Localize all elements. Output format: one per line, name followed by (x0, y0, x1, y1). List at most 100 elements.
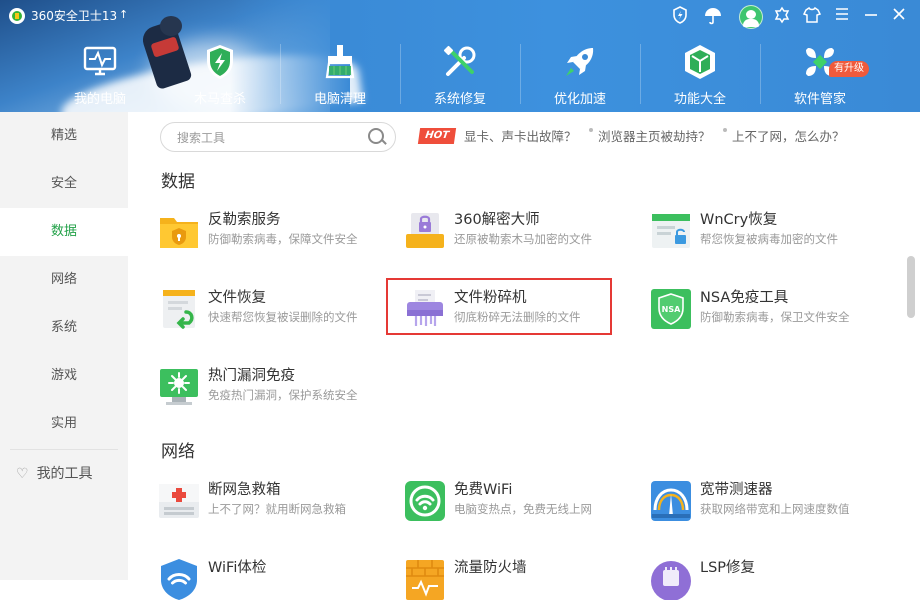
my-tools-label: 我的工具 (36, 466, 93, 482)
upgrade-badge: 有升级 (829, 61, 869, 77)
wifi-share-icon (404, 480, 446, 522)
broom-icon (320, 42, 360, 82)
search-input[interactable] (175, 123, 369, 153)
sidebar-item-featured[interactable]: 精选 (0, 112, 128, 160)
tool-desc: 防御勒索病毒，保卫文件安全 (700, 310, 850, 324)
tool-name: NSA免疫工具 (700, 290, 789, 306)
tool-wifi-checkup[interactable]: WiFi体检 (156, 554, 382, 604)
hot-link-sound-card[interactable]: 显卡、声卡出故障？ (464, 126, 577, 145)
umbrella-icon[interactable] (703, 6, 723, 26)
tool-wncry-recovery[interactable]: WnCry恢复 帮您恢复被病毒加密的文件 (648, 206, 874, 256)
folder-shield-icon (158, 210, 200, 252)
tool-name: 反勒索服务 (208, 212, 281, 228)
nav-label: 木马查杀 (193, 92, 246, 107)
tool-desc: 免疫热门漏洞，保护系统安全 (208, 388, 358, 402)
hot-link-browser-hijack[interactable]: 浏览器主页被劫持？ (598, 126, 711, 145)
tool-name: WnCry恢复 (700, 212, 778, 228)
firewall-icon (404, 558, 446, 600)
tool-name: WiFi体检 (208, 560, 267, 576)
lsp-icon (650, 558, 692, 601)
section-title-data: 数据 (161, 172, 195, 192)
shield-icon[interactable] (670, 6, 690, 26)
tool-desc: 电脑变热点，免费无线上网 (454, 502, 592, 516)
tool-name: 断网急救箱 (208, 482, 281, 498)
sidebar-item-games[interactable]: 游戏 (0, 352, 128, 400)
wifi-check-icon (158, 558, 200, 600)
sidebar-divider (10, 449, 118, 450)
sidebar-item-security[interactable]: 安全 (0, 160, 128, 208)
tool-name: LSP修复 (700, 560, 756, 576)
sidebar: 精选 安全 数据 网络 系统 游戏 实用 ♡ 我的工具 (0, 112, 128, 580)
skin-icon[interactable] (772, 6, 792, 26)
main-content: HOT 显卡、声卡出故障？ 浏览器主页被劫持？ 上不了网，怎么办？ 数据 反勒索… (128, 112, 920, 601)
tool-name: 宽带测速器 (700, 482, 773, 498)
menu-icon[interactable] (832, 6, 852, 26)
heart-icon: ♡ (16, 466, 29, 482)
virus-monitor-icon (158, 366, 200, 408)
tool-file-recovery[interactable]: 文件恢复 快速帮您恢复被误删除的文件 (156, 284, 382, 334)
title-bar: 360安全卫士13 ↑ (0, 0, 920, 34)
tool-360-decrypt-master[interactable]: 360解密大师 还原被勒索木马加密的文件 (402, 206, 628, 256)
window-lock-icon (650, 210, 692, 252)
search-box[interactable] (160, 122, 396, 153)
nav-optimize-speed[interactable]: 优化加速 (520, 34, 640, 112)
sidebar-item-data[interactable]: 数据 (0, 208, 128, 256)
tool-network-first-aid[interactable]: 断网急救箱 上不了网？就用断网急救箱 (156, 476, 382, 526)
tool-name: 流量防火墙 (454, 560, 527, 576)
close-icon[interactable] (889, 6, 909, 26)
my-tools-link[interactable]: ♡ 我的工具 (16, 462, 93, 486)
hot-separator (723, 128, 727, 132)
nav-my-computer[interactable]: 我的电脑 (40, 34, 160, 112)
header-bar: 360安全卫士13 ↑ 我的电脑 木马查杀 电脑清理 系统修复 优化加速 功能大… (0, 0, 920, 112)
sidebar-item-utility[interactable]: 实用 (0, 400, 128, 448)
section-title-network: 网络 (161, 442, 195, 462)
nav-pc-cleanup[interactable]: 电脑清理 (280, 34, 400, 112)
tool-name: 360解密大师 (454, 212, 540, 228)
scrollbar-thumb[interactable] (907, 256, 915, 318)
tool-traffic-firewall[interactable]: 流量防火墙 (402, 554, 628, 604)
nav-label: 系统修复 (433, 92, 486, 107)
first-aid-icon (158, 480, 200, 522)
cube-icon (680, 42, 720, 82)
tool-lsp-repair[interactable]: LSP修复 (648, 554, 874, 604)
app-logo-icon (9, 8, 25, 24)
nav-system-repair[interactable]: 系统修复 (400, 34, 520, 112)
tool-desc: 快速帮您恢复被误删除的文件 (208, 310, 358, 324)
tool-desc: 获取网络带宽和上网速度数值 (700, 502, 850, 516)
minimize-icon[interactable] (861, 6, 881, 26)
tool-desc: 防御勒索病毒，保障文件安全 (208, 232, 358, 246)
rocket-icon (560, 42, 600, 82)
tool-name: 免费WiFi (454, 482, 513, 498)
lock-drive-icon (404, 210, 446, 252)
nav-label: 电脑清理 (313, 92, 366, 107)
nav-label: 软件管家 (793, 92, 846, 107)
selected-tool-highlight (386, 278, 612, 335)
tool-desc: 帮您恢复被病毒加密的文件 (700, 232, 838, 246)
speedometer-icon (650, 480, 692, 522)
shield-bolt-icon (200, 42, 240, 82)
shirt-icon[interactable] (802, 6, 822, 26)
nav-label: 功能大全 (673, 92, 726, 107)
tools-icon (440, 42, 480, 82)
tool-name: 文件恢复 (208, 290, 266, 306)
nav-trojan-scan[interactable]: 木马查杀 (160, 34, 280, 112)
tool-nsa-immunity[interactable]: NSA NSA免疫工具 防御勒索病毒，保卫文件安全 (648, 284, 874, 334)
tool-desc: 还原被勒索木马加密的文件 (454, 232, 592, 246)
tool-broadband-speedtest[interactable]: 宽带测速器 获取网络带宽和上网速度数值 (648, 476, 874, 526)
tool-vulnerability-immunity[interactable]: 热门漏洞免疫 免疫热门漏洞，保护系统安全 (156, 362, 382, 412)
upgrade-arrow-icon[interactable]: ↑ (119, 8, 128, 21)
hot-badge: HOT (417, 128, 457, 144)
sidebar-item-system[interactable]: 系统 (0, 304, 128, 352)
user-avatar[interactable] (739, 5, 763, 29)
tool-ransomware-service[interactable]: 反勒索服务 防御勒索病毒，保障文件安全 (156, 206, 382, 256)
nav-all-features[interactable]: 功能大全 (640, 34, 760, 112)
search-icon[interactable] (368, 128, 384, 144)
sidebar-item-network[interactable]: 网络 (0, 256, 128, 304)
tool-name: 热门漏洞免疫 (208, 368, 295, 384)
nav-label: 优化加速 (553, 92, 606, 107)
nav-label: 我的电脑 (73, 92, 126, 107)
hot-link-no-internet[interactable]: 上不了网，怎么办？ (732, 126, 845, 145)
svg-text:NSA: NSA (662, 305, 681, 314)
tool-free-wifi[interactable]: 免费WiFi 电脑变热点，免费无线上网 (402, 476, 628, 526)
app-title: 360安全卫士13 (31, 9, 118, 23)
